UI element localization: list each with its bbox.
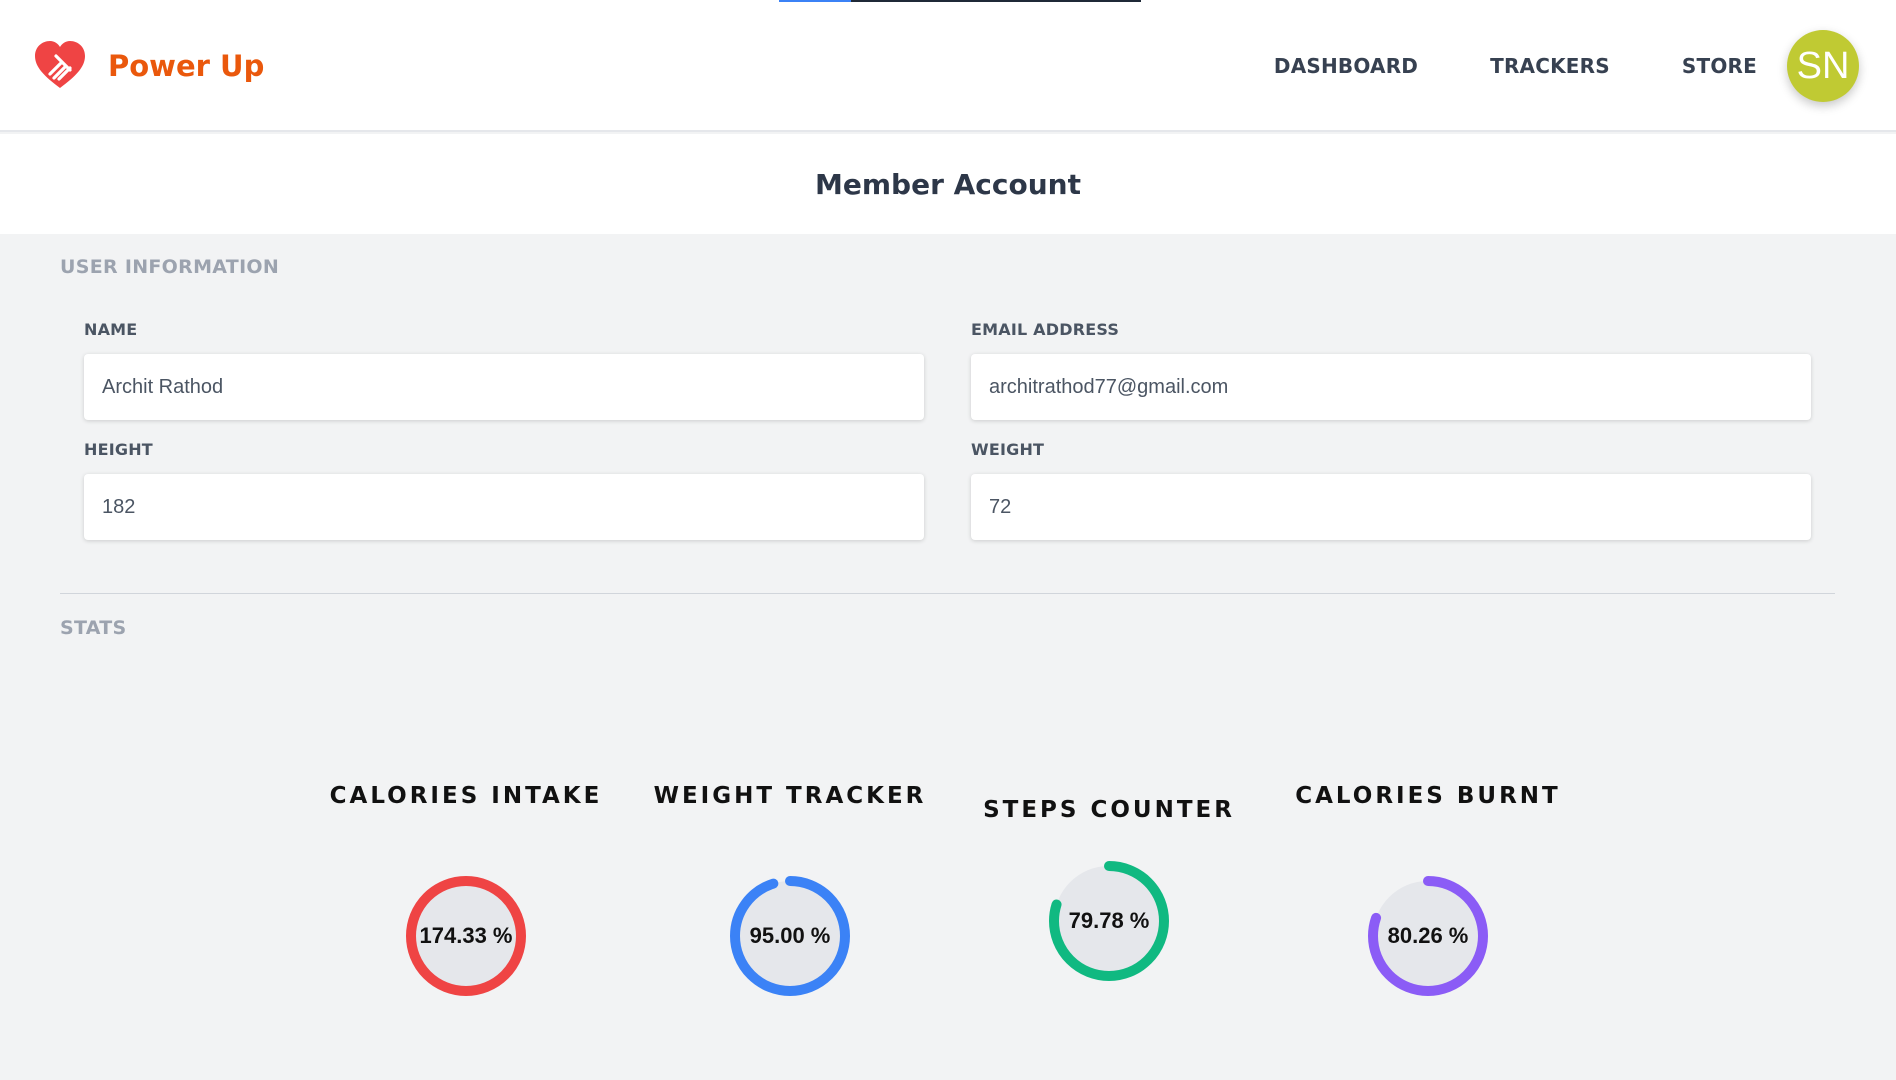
weight-label: WEIGHT <box>971 440 1045 459</box>
brand[interactable]: Power Up <box>32 38 264 94</box>
page-load-progress-fill <box>779 0 852 2</box>
page-load-progress-bar <box>779 0 1141 2</box>
name-field[interactable] <box>84 354 924 420</box>
stat-card-weight-tracker: WEIGHT TRACKER 95.00 % <box>640 770 940 1010</box>
weight-field[interactable] <box>971 474 1811 540</box>
progress-ring: 95.00 % <box>728 874 852 998</box>
stat-percent: 80.26 % <box>1387 923 1469 948</box>
section-divider <box>60 593 1835 594</box>
page-title: Member Account <box>815 167 1081 201</box>
email-label: EMAIL ADDRESS <box>971 320 1120 339</box>
page-title-bar: Member Account <box>0 134 1896 234</box>
nav-trackers[interactable]: TRACKERS <box>1490 54 1610 78</box>
stat-percent: 95.00 % <box>749 923 831 948</box>
user-information-heading: USER INFORMATION <box>60 256 280 278</box>
email-field[interactable] <box>971 354 1811 420</box>
nav-store[interactable]: STORE <box>1682 54 1757 78</box>
stat-percent: 174.33 % <box>419 923 513 948</box>
app-name: Power Up <box>108 49 265 83</box>
stat-title: CALORIES INTAKE <box>329 783 603 809</box>
height-label: HEIGHT <box>84 440 153 459</box>
progress-ring: 79.78 % <box>1047 859 1171 983</box>
heart-icon <box>35 41 85 88</box>
progress-ring: 80.26 % <box>1366 874 1490 998</box>
stat-card-calories-burnt: CALORIES BURNT 80.26 % <box>1278 770 1578 1010</box>
stat-card-calories-intake: CALORIES INTAKE 174.33 % <box>316 770 616 1010</box>
stats-heading: STATS <box>60 617 127 639</box>
top-navbar: Power Up DASHBOARD TRACKERS STORE SN <box>0 0 1896 132</box>
user-avatar[interactable]: SN <box>1787 30 1859 102</box>
stat-title: STEPS COUNTER <box>983 797 1235 823</box>
height-field[interactable] <box>84 474 924 540</box>
nav-dashboard[interactable]: DASHBOARD <box>1274 54 1418 78</box>
stat-title: WEIGHT TRACKER <box>653 783 927 809</box>
main-nav: DASHBOARD TRACKERS STORE SN <box>1274 0 1896 132</box>
stat-title: CALORIES BURNT <box>1295 783 1561 809</box>
stat-card-steps-counter: STEPS COUNTER 79.78 % <box>959 770 1259 1010</box>
stat-percent: 79.78 % <box>1068 908 1150 933</box>
name-label: NAME <box>84 320 138 339</box>
progress-ring: 174.33 % <box>404 874 528 998</box>
